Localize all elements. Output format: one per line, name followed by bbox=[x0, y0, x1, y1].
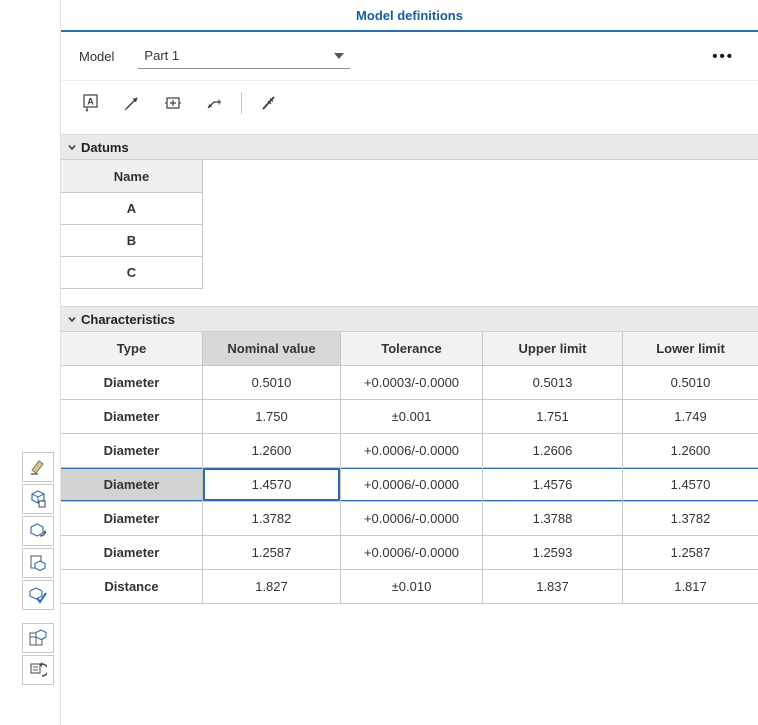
table-cell-upper[interactable]: 1.837 bbox=[483, 570, 623, 604]
datums-section: Datums Name A B C bbox=[61, 134, 758, 289]
dimension-arrow-icon bbox=[122, 93, 142, 113]
table-cell-tolerance[interactable]: +0.0006/-0.0000 bbox=[341, 502, 483, 536]
table-cell-type[interactable]: Distance bbox=[61, 570, 203, 604]
table-cell-nominal[interactable]: 1.827 bbox=[203, 570, 341, 604]
column-header-lower-limit[interactable]: Lower limit bbox=[623, 332, 758, 366]
table-cell-lower[interactable]: 0.5010 bbox=[623, 366, 758, 400]
table-cell-lower[interactable]: 1.817 bbox=[623, 570, 758, 604]
table-cell-tolerance[interactable]: +0.0003/-0.0000 bbox=[341, 366, 483, 400]
model-table-icon bbox=[29, 629, 47, 647]
table-cell-nominal[interactable]: 1.3782 bbox=[203, 502, 341, 536]
table-cell-upper[interactable]: 1.2593 bbox=[483, 536, 623, 570]
characteristics-section-header[interactable]: Characteristics bbox=[61, 306, 758, 332]
table-cell-nominal-selected[interactable]: 1.4570 bbox=[203, 468, 341, 502]
ellipsis-icon: ••• bbox=[712, 48, 734, 65]
model-dropdown[interactable]: Part 1 bbox=[138, 43, 350, 69]
left-vertical-toolbar bbox=[22, 452, 56, 685]
characteristics-table: Type Nominal value Tolerance Upper limit… bbox=[61, 332, 758, 604]
svg-text:A: A bbox=[87, 96, 94, 106]
table-cell-nominal[interactable]: 1.2587 bbox=[203, 536, 341, 570]
datums-section-label: Datums bbox=[81, 140, 129, 155]
page-title: Model definitions bbox=[356, 8, 463, 23]
annotation-check-icon bbox=[29, 586, 47, 604]
column-header-type[interactable]: Type bbox=[61, 332, 203, 366]
toolbar-separator bbox=[241, 92, 242, 114]
text-annotation-button[interactable]: A bbox=[77, 90, 105, 116]
table-cell-nominal[interactable]: 1.2600 bbox=[203, 434, 341, 468]
datums-table: Name A B C bbox=[61, 160, 203, 289]
model-label: Model bbox=[79, 49, 114, 64]
table-cell-type[interactable]: Diameter bbox=[61, 502, 203, 536]
table-cell-lower[interactable]: 1.4570 bbox=[623, 468, 758, 502]
table-cell-upper[interactable]: 1.751 bbox=[483, 400, 623, 434]
table-cell-type[interactable]: Diameter bbox=[61, 366, 203, 400]
column-header-tolerance[interactable]: Tolerance bbox=[341, 332, 483, 366]
table-cell-upper[interactable]: 1.4576 bbox=[483, 468, 623, 502]
datums-header-name: Name bbox=[61, 160, 202, 193]
model-table-button[interactable] bbox=[22, 623, 54, 653]
toolbar-group-gap bbox=[22, 612, 56, 621]
table-cell-tolerance[interactable]: ±0.010 bbox=[341, 570, 483, 604]
table-cell-lower[interactable]: 1.3782 bbox=[623, 502, 758, 536]
table-cell-lower[interactable]: 1.749 bbox=[623, 400, 758, 434]
column-header-upper-limit[interactable]: Upper limit bbox=[483, 332, 623, 366]
table-cell-tolerance[interactable]: ±0.001 bbox=[341, 400, 483, 434]
model-selector-row: Model Part 1 ••• bbox=[61, 32, 758, 80]
datum-row-c[interactable]: C bbox=[61, 257, 202, 289]
section-tool-button[interactable] bbox=[22, 452, 54, 482]
text-annotation-icon: A bbox=[81, 93, 101, 113]
chevron-down-icon bbox=[334, 53, 344, 59]
part-tag-button[interactable] bbox=[22, 484, 54, 514]
chevron-down-icon bbox=[66, 313, 78, 325]
table-cell-type[interactable]: Diameter bbox=[61, 434, 203, 468]
part-tag-icon bbox=[29, 490, 47, 508]
column-header-nominal-value[interactable]: Nominal value bbox=[203, 332, 341, 366]
datum-target-button[interactable] bbox=[159, 90, 187, 116]
characteristics-section: Characteristics Type Nominal value Toler… bbox=[61, 306, 758, 604]
table-cell-tolerance[interactable]: +0.0006/-0.0000 bbox=[341, 468, 483, 502]
datum-target-icon bbox=[163, 93, 183, 113]
part-rotate-icon bbox=[29, 522, 47, 540]
table-cell-type[interactable]: Diameter bbox=[61, 400, 203, 434]
leader-line-button[interactable] bbox=[200, 90, 228, 116]
table-cell-type-selected[interactable]: Diameter bbox=[61, 468, 203, 502]
table-cell-tolerance[interactable]: +0.0006/-0.0000 bbox=[341, 536, 483, 570]
dimension-arrow-button[interactable] bbox=[118, 90, 146, 116]
hatch-line-icon bbox=[259, 93, 279, 113]
table-cell-lower[interactable]: 1.2600 bbox=[623, 434, 758, 468]
model-definitions-panel: Model definitions Model Part 1 ••• A bbox=[60, 0, 758, 725]
section-tool-icon bbox=[29, 458, 47, 476]
model-dropdown-value: Part 1 bbox=[144, 48, 179, 63]
panel-title-bar: Model definitions bbox=[61, 0, 758, 32]
view-rotate-button[interactable] bbox=[22, 655, 54, 685]
hatch-line-button[interactable] bbox=[255, 90, 283, 116]
view-rotate-icon bbox=[29, 661, 47, 679]
app-window: Model definitions Model Part 1 ••• A bbox=[0, 0, 758, 725]
table-cell-upper[interactable]: 0.5013 bbox=[483, 366, 623, 400]
table-cell-lower[interactable]: 1.2587 bbox=[623, 536, 758, 570]
leader-line-icon bbox=[204, 93, 224, 113]
annotation-check-button[interactable] bbox=[22, 580, 54, 610]
table-cell-nominal[interactable]: 1.750 bbox=[203, 400, 341, 434]
more-menu-button[interactable]: ••• bbox=[706, 46, 740, 67]
table-cell-type[interactable]: Diameter bbox=[61, 536, 203, 570]
part-rotate-button[interactable] bbox=[22, 516, 54, 546]
datums-section-header[interactable]: Datums bbox=[61, 134, 758, 160]
table-cell-nominal[interactable]: 0.5010 bbox=[203, 366, 341, 400]
datum-row-a[interactable]: A bbox=[61, 193, 202, 225]
datum-row-b[interactable]: B bbox=[61, 225, 202, 257]
table-cell-tolerance[interactable]: +0.0006/-0.0000 bbox=[341, 434, 483, 468]
annotation-toolbar: A bbox=[61, 80, 758, 124]
part-copy-button[interactable] bbox=[22, 548, 54, 578]
part-copy-icon bbox=[29, 554, 47, 572]
characteristics-section-label: Characteristics bbox=[81, 312, 175, 327]
table-cell-upper[interactable]: 1.3788 bbox=[483, 502, 623, 536]
chevron-down-icon bbox=[66, 141, 78, 153]
table-cell-upper[interactable]: 1.2606 bbox=[483, 434, 623, 468]
